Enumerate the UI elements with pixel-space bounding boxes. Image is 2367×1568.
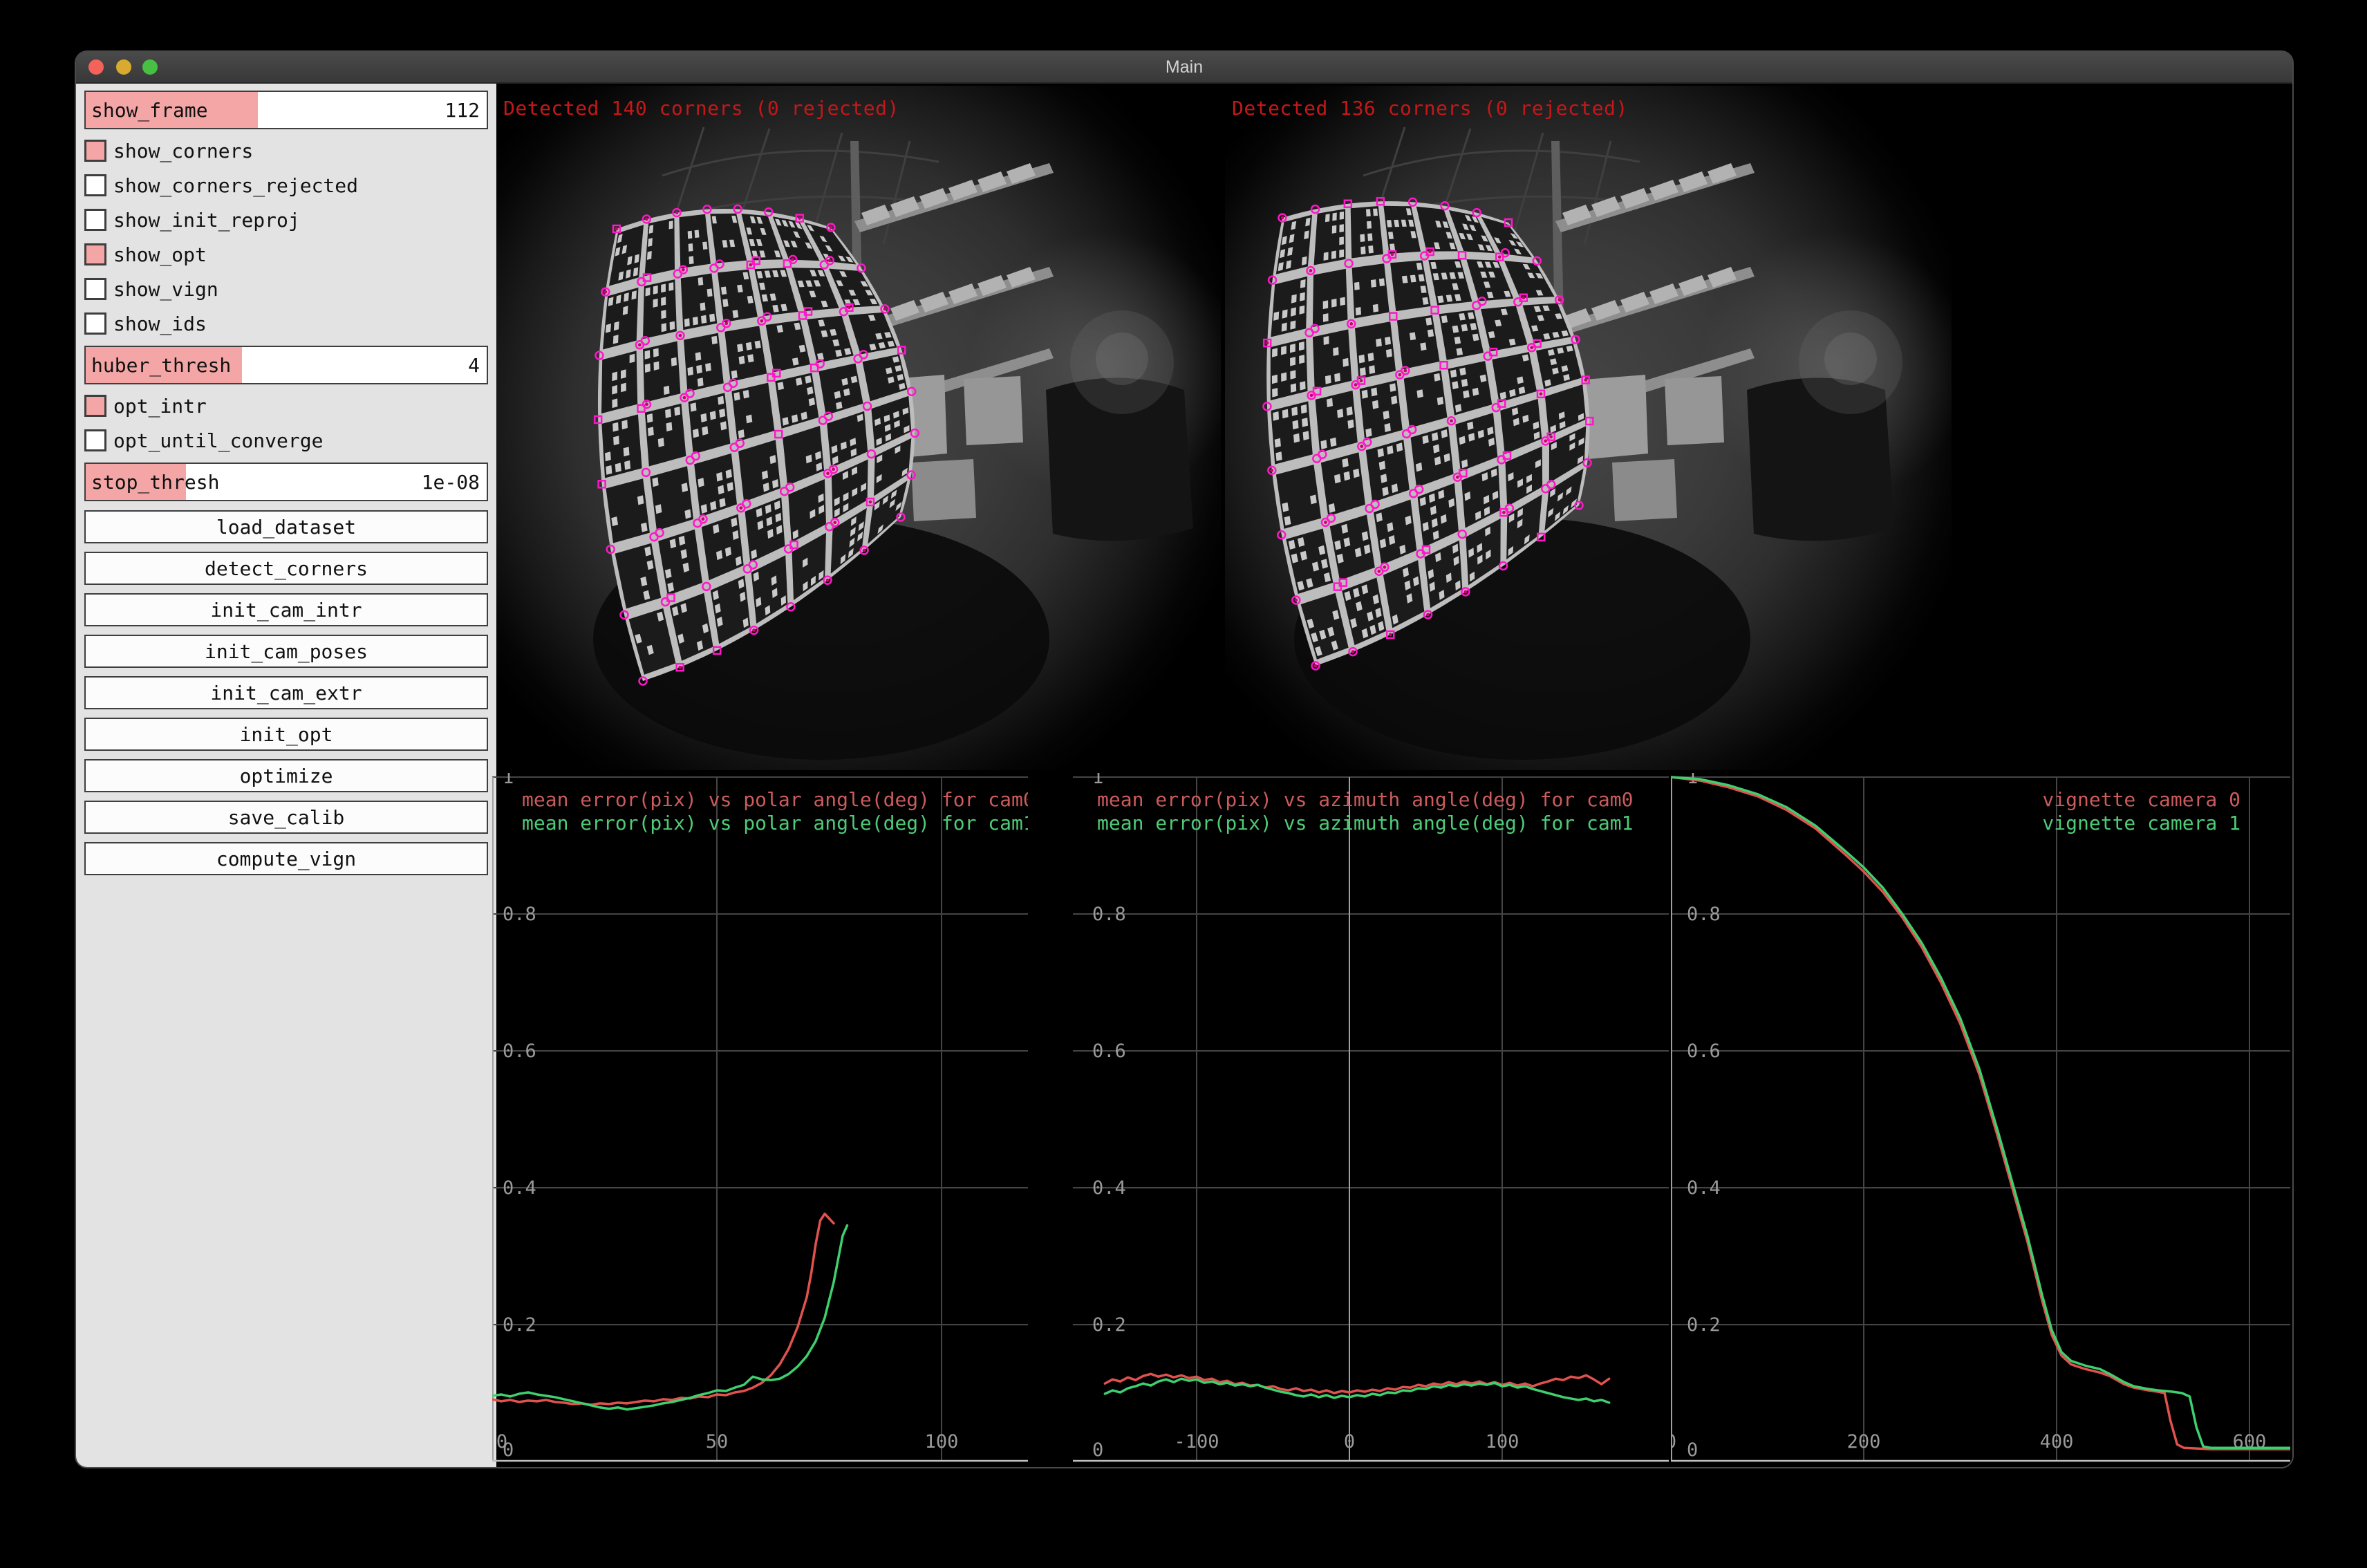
svg-text:0.2: 0.2 xyxy=(1687,1314,1721,1336)
checkbox-box[interactable] xyxy=(84,140,106,162)
svg-text:0.4: 0.4 xyxy=(503,1177,536,1199)
camera0-detection-status: Detected 140 corners (0 rejected) xyxy=(503,97,899,120)
svg-text:0.8: 0.8 xyxy=(503,904,536,925)
checkbox-box[interactable] xyxy=(84,174,106,196)
svg-text:mean error(pix) vs polar angle: mean error(pix) vs polar angle(deg) for … xyxy=(522,788,1028,811)
stop-thresh-slider[interactable]: stop_thresh 1e-08 xyxy=(84,463,488,501)
plots-row: 10.80.60.40.20050100mean error(pix) vs p… xyxy=(496,773,2292,1467)
checkbox-box[interactable] xyxy=(84,312,106,335)
svg-text:100: 100 xyxy=(925,1431,959,1453)
huber-thresh-slider[interactable]: huber_thresh 4 xyxy=(84,346,488,384)
camera0-view: Detected 140 corners (0 rejected) xyxy=(496,86,1221,770)
svg-text:0.6: 0.6 xyxy=(1687,1040,1721,1062)
slider-value: 1e-08 xyxy=(422,464,480,500)
checkbox-show-vign[interactable]: show_vign xyxy=(84,277,488,301)
slider-label: stop_thresh xyxy=(91,464,219,500)
camera0-scene xyxy=(496,86,1221,770)
checkbox-box[interactable] xyxy=(84,243,106,265)
svg-text:0.6: 0.6 xyxy=(1092,1040,1126,1062)
optimize-button[interactable]: optimize xyxy=(84,759,488,792)
camera1-view: Detected 136 corners (0 rejected) xyxy=(1225,86,1952,770)
control-sidebar: show_frame 112 show_corners show_corners… xyxy=(76,84,496,1467)
init-cam-poses-button[interactable]: init_cam_poses xyxy=(84,635,488,668)
init-cam-intr-button[interactable]: init_cam_intr xyxy=(84,593,488,626)
svg-text:200: 200 xyxy=(1847,1431,1881,1453)
save-calib-button[interactable]: save_calib xyxy=(84,801,488,834)
detect-corners-button[interactable]: detect_corners xyxy=(84,552,488,585)
checkbox-show-init-reproj[interactable]: show_init_reproj xyxy=(84,207,488,232)
show-frame-slider[interactable]: show_frame 112 xyxy=(84,91,488,129)
camera1-scene xyxy=(1225,86,1952,770)
checkbox-label: opt_intr xyxy=(113,395,207,418)
load-dataset-button[interactable]: load_dataset xyxy=(84,510,488,543)
main-window: Main show_frame 112 show_corners show_co… xyxy=(76,52,2292,1467)
checkbox-opt-intr[interactable]: opt_intr xyxy=(84,393,488,418)
slider-value: 112 xyxy=(445,92,480,128)
slider-label: huber_thresh xyxy=(91,347,231,383)
vignette-plot: 10.80.60.40.200200400600vignette camera … xyxy=(1671,773,2290,1467)
svg-text:mean error(pix) vs azimuth ang: mean error(pix) vs azimuth angle(deg) fo… xyxy=(1097,788,1633,811)
checkbox-label: opt_until_converge xyxy=(113,429,323,452)
svg-text:0: 0 xyxy=(1687,1439,1698,1461)
checkbox-label: show_opt xyxy=(113,243,207,266)
svg-text:-100: -100 xyxy=(1174,1431,1219,1453)
checkbox-opt-until-converge[interactable]: opt_until_converge xyxy=(84,428,488,453)
checkbox-label: show_corners xyxy=(113,140,253,162)
checkbox-box[interactable] xyxy=(84,429,106,451)
svg-text:0: 0 xyxy=(1344,1431,1355,1453)
titlebar[interactable]: Main xyxy=(76,52,2292,84)
checkbox-label: show_corners_rejected xyxy=(113,174,358,197)
svg-text:0.8: 0.8 xyxy=(1687,904,1721,925)
svg-text:1: 1 xyxy=(503,773,514,788)
svg-text:0.6: 0.6 xyxy=(503,1040,536,1062)
slider-label: show_frame xyxy=(91,92,208,128)
svg-text:0: 0 xyxy=(496,1431,507,1453)
svg-text:vignette camera 0: vignette camera 0 xyxy=(2042,788,2240,811)
main-view: Detected 140 corners (0 rejected) Detect… xyxy=(496,84,2292,1467)
checkbox-show-corners[interactable]: show_corners xyxy=(84,138,488,163)
init-opt-button[interactable]: init_opt xyxy=(84,718,488,751)
svg-text:0: 0 xyxy=(1092,1439,1103,1461)
window-title: Main xyxy=(76,52,2292,82)
svg-text:0.4: 0.4 xyxy=(1687,1177,1721,1199)
svg-text:1: 1 xyxy=(1092,773,1103,788)
azimuth-error-plot: 1 0.8 0.6 0.4 0.2 0 -100 0 100 mean error(pix) vs… xyxy=(1073,773,1669,1467)
desktop: Main show_frame 112 show_corners show_co… xyxy=(0,0,2367,1568)
checkbox-label: show_init_reproj xyxy=(113,209,300,232)
svg-text:0.4: 0.4 xyxy=(1092,1177,1126,1199)
polar-error-plot: 10.80.60.40.20050100mean error(pix) vs p… xyxy=(492,773,1028,1467)
svg-text:0: 0 xyxy=(1671,1431,1676,1453)
checkbox-label: show_vign xyxy=(113,278,218,301)
svg-text:100: 100 xyxy=(1486,1431,1519,1453)
svg-text:mean error(pix) vs polar angle: mean error(pix) vs polar angle(deg) for … xyxy=(522,812,1028,834)
checkbox-show-ids[interactable]: show_ids xyxy=(84,311,488,336)
svg-text:50: 50 xyxy=(706,1431,729,1453)
svg-text:0.8: 0.8 xyxy=(1092,904,1126,925)
checkbox-box[interactable] xyxy=(84,395,106,417)
svg-text:0.2: 0.2 xyxy=(1092,1314,1126,1336)
svg-text:400: 400 xyxy=(2040,1431,2074,1453)
camera1-detection-status: Detected 136 corners (0 rejected) xyxy=(1232,97,1628,120)
compute-vign-button[interactable]: compute_vign xyxy=(84,842,488,875)
checkbox-show-opt[interactable]: show_opt xyxy=(84,242,488,267)
svg-text:vignette camera 1: vignette camera 1 xyxy=(2042,812,2240,834)
slider-value: 4 xyxy=(468,347,480,383)
checkbox-box[interactable] xyxy=(84,278,106,300)
svg-text:mean error(pix) vs azimuth ang: mean error(pix) vs azimuth angle(deg) fo… xyxy=(1097,812,1633,834)
checkbox-box[interactable] xyxy=(84,209,106,231)
checkbox-label: show_ids xyxy=(113,312,207,335)
init-cam-extr-button[interactable]: init_cam_extr xyxy=(84,676,488,709)
checkbox-show-corners-rejected[interactable]: show_corners_rejected xyxy=(84,173,488,198)
window-content: show_frame 112 show_corners show_corners… xyxy=(76,84,2292,1467)
svg-text:0.2: 0.2 xyxy=(503,1314,536,1336)
